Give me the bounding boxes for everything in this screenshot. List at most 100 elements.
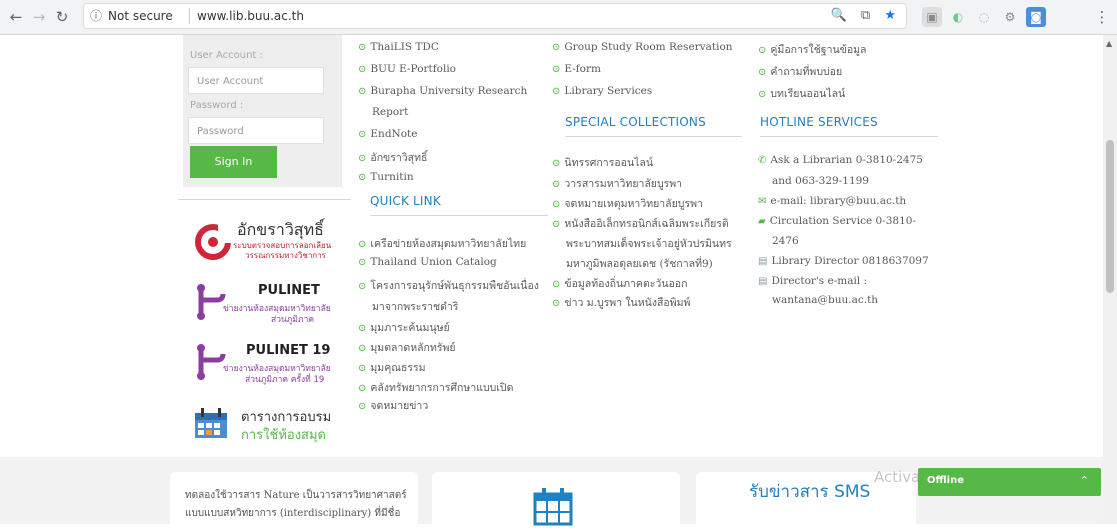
- link-item[interactable]: ⊙ โครงการอนุรักษ์พันธุกรรมพืชอันเนื่อง: [358, 277, 539, 294]
- scrollbar-thumb[interactable]: [1106, 140, 1114, 293]
- link-item-continuation[interactable]: มหาภูมิพลอดุลยเดช (รัชกาลที่9): [566, 255, 713, 272]
- link-item[interactable]: ⊙ คลังทรัพยากรการศึกษาแบบเปิด: [358, 379, 513, 396]
- divider: [370, 215, 548, 216]
- divider: [178, 199, 351, 200]
- bullet-icon: ⊙: [552, 42, 561, 53]
- bullet-icon: ⊙: [358, 383, 367, 394]
- calendar-card[interactable]: [432, 472, 680, 532]
- bullet-icon: ⊙: [358, 129, 367, 140]
- url-text[interactable]: www.lib.buu.ac.th: [197, 4, 304, 28]
- password-input[interactable]: Password: [188, 117, 324, 144]
- link-item[interactable]: ⊙ นิทรรศการออนไลน์: [552, 154, 653, 171]
- pulinet-logo-link[interactable]: PULINET ข่ายงานห้องสมุดมหาวิทยาลัย ส่วนภ…: [183, 280, 358, 330]
- pulinet19-logo-link[interactable]: PULINET 19 ข่ายงานห้องสมุดมหาวิทยาลัย ส่…: [183, 340, 358, 390]
- bullet-icon: ⊙: [552, 219, 561, 230]
- bullet-icon: ⊙: [358, 86, 367, 97]
- bullet-icon: ⊙: [758, 45, 767, 56]
- id-card-icon: ▤: [758, 256, 768, 267]
- link-item[interactable]: ⊙ เครือข่ายห้องสมุดมหาวิทยาลัยไทย: [358, 235, 526, 252]
- extension-icon[interactable]: ◐: [948, 7, 968, 27]
- link-item[interactable]: ⊙ คู่มือการใช้ฐานข้อมูล: [758, 41, 867, 58]
- hotline-item-continuation: wantana@buu.ac.th: [772, 294, 879, 306]
- link-item-continuation[interactable]: พระบาทสมเด็จพระเจ้าอยู่หัวปรมินทร: [566, 235, 732, 252]
- chat-widget[interactable]: Offline ⌃: [918, 468, 1101, 496]
- link-item[interactable]: ⊙ BUU E-Portfolio: [358, 63, 456, 75]
- link-item[interactable]: ⊙ อักขราวิสุทธิ์: [358, 149, 427, 166]
- bullet-icon: ⊙: [358, 64, 367, 75]
- hotline-item[interactable]: ✉ e-mail: library@buu.ac.th: [758, 195, 906, 207]
- extension-icon[interactable]: ▣: [922, 7, 942, 27]
- extension-icon[interactable]: ⚙: [1000, 7, 1020, 27]
- password-label: Password :: [190, 100, 244, 111]
- scroll-up-icon[interactable]: ▲: [1106, 39, 1112, 48]
- link-item[interactable]: ⊙ Thailand Union Catalog: [358, 256, 497, 268]
- link-item-continuation[interactable]: Report: [372, 106, 408, 118]
- vertical-scrollbar[interactable]: ▲: [1103, 35, 1117, 524]
- chat-status-label: Offline: [927, 475, 964, 486]
- address-bar[interactable]: ⓘ Not secure www.lib.buu.ac.th 🔍 ⧉ ★: [84, 4, 906, 28]
- divider: [565, 136, 742, 137]
- link-item[interactable]: ⊙ วารสารมหาวิทยาลัยบูรพา: [552, 175, 682, 192]
- link-item[interactable]: ⊙ หนังสืออิเล็กทรอนิกส์เฉลิมพระเกียรติ: [552, 215, 729, 232]
- hotline-item[interactable]: ▤ Director's e-mail :: [758, 275, 867, 287]
- login-panel: User Account : User Account Password : P…: [183, 35, 342, 187]
- hotline-item[interactable]: ▤ Library Director 0818637097: [758, 255, 929, 267]
- bullet-icon: ⊙: [552, 86, 561, 97]
- bullet-icon: ⊙: [358, 343, 367, 354]
- forward-icon[interactable]: →: [29, 7, 49, 27]
- link-item[interactable]: ⊙ ข้อมูลท้องถิ่นภาคตะวันออก: [552, 275, 687, 292]
- bullet-icon: ⊙: [552, 64, 561, 75]
- menu-icon[interactable]: ⋮: [1092, 7, 1112, 27]
- extension-icon[interactable]: ◌: [974, 7, 994, 27]
- link-item-continuation[interactable]: มาจากพระราชดำริ: [372, 298, 458, 315]
- nature-journal-card[interactable]: ทดลองใช้วารสาร Nature เป็นวารสารวิทยาศาส…: [170, 472, 418, 532]
- link-item[interactable]: ⊙ จดหมายข่าว: [358, 397, 428, 414]
- link-item[interactable]: ⊙ Turnitin: [358, 171, 414, 183]
- quick-link-heading: QUICK LINK: [370, 194, 441, 208]
- link-item[interactable]: ⊙ ThaiLIS TDC: [358, 41, 439, 53]
- hotline-item[interactable]: ✆ Ask a Librarian 0-3810-2475: [758, 154, 923, 166]
- training-schedule-link[interactable]: ตารางการอบรม การใช้ห้องสมุด: [183, 403, 358, 448]
- bookmark-star-icon[interactable]: ★: [884, 8, 896, 23]
- book-icon: ▰: [758, 216, 766, 227]
- email-icon: ✉: [758, 196, 767, 207]
- logo-title: PULINET 19: [246, 343, 331, 358]
- divider: [760, 136, 938, 137]
- bullet-icon: ⊙: [358, 323, 367, 334]
- link-item[interactable]: ⊙ Group Study Room Reservation: [552, 41, 733, 53]
- hotline-item[interactable]: ▰ Circulation Service 0-3810-: [758, 215, 916, 227]
- extension-icon[interactable]: ◙: [1026, 7, 1046, 27]
- link-item[interactable]: ⊙ Library Services: [552, 85, 652, 97]
- link-item[interactable]: ⊙ มุมภาระค้นมนุษย์: [358, 319, 450, 336]
- translate-icon[interactable]: ⧉: [861, 8, 870, 23]
- logo-subtitle: ส่วนภูมิภาค ครั้งที่ 19: [245, 375, 325, 385]
- bullet-icon: ⊙: [358, 281, 367, 292]
- account-input[interactable]: User Account: [188, 67, 324, 94]
- zoom-icon[interactable]: 🔍: [831, 8, 847, 23]
- bullet-icon: ⊙: [358, 257, 367, 268]
- chevron-up-icon[interactable]: ⌃: [1080, 474, 1089, 487]
- bullet-icon: ⊙: [552, 298, 561, 309]
- link-item[interactable]: ⊙ มุมตลาดหลักทรัพย์: [358, 339, 456, 356]
- back-icon[interactable]: ←: [6, 7, 26, 27]
- bullet-icon: ⊙: [358, 42, 367, 53]
- link-item[interactable]: ⊙ E-form: [552, 63, 601, 75]
- account-label: User Account :: [190, 50, 263, 61]
- reload-icon[interactable]: ↻: [52, 7, 72, 27]
- akkharawisut-logo-icon: [195, 223, 232, 260]
- link-item[interactable]: ⊙ บทเรียนออนไลน์: [758, 85, 845, 102]
- logo-subtitle: ส่วนภูมิภาค: [271, 315, 315, 325]
- akkharawisut-logo-link[interactable]: อักขราวิสุทธิ์ ระบบตรวจสอบการลอกเลียน วร…: [183, 215, 358, 265]
- link-item[interactable]: ⊙ ข่าว ม.บูรพา ในหนังสือพิมพ์: [552, 294, 690, 311]
- phone-icon: ✆: [758, 155, 767, 166]
- link-item[interactable]: ⊙ มุมคุณธรรม: [358, 359, 426, 376]
- browser-toolbar: ← → ↻ ⓘ Not secure www.lib.buu.ac.th 🔍 ⧉…: [0, 0, 1117, 35]
- link-item[interactable]: ⊙ Burapha University Research: [358, 85, 527, 97]
- link-item[interactable]: ⊙ EndNote: [358, 128, 417, 140]
- link-item[interactable]: ⊙ คำถามที่พบบ่อย: [758, 63, 842, 80]
- bullet-icon: ⊙: [758, 67, 767, 78]
- info-icon[interactable]: ⓘ: [90, 4, 102, 28]
- hotline-item-continuation: and 063-329-1199: [772, 175, 869, 187]
- link-item[interactable]: ⊙ จดหมายเหตุมหาวิทยาลัยบูรพา: [552, 195, 703, 212]
- sign-in-button[interactable]: Sign In: [190, 146, 277, 178]
